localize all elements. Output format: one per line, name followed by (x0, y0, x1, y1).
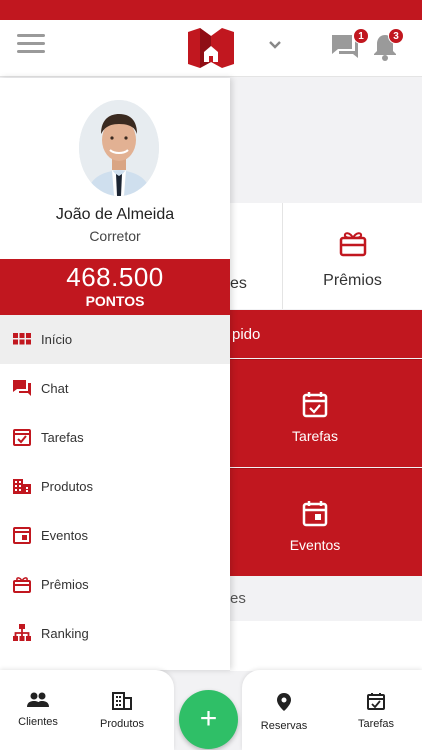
building-icon (13, 479, 31, 494)
location-pin-icon (277, 693, 291, 711)
building-icon (112, 692, 132, 710)
dashboard-top-area (230, 78, 422, 202)
calendar-check-icon (302, 392, 328, 418)
quick-access-partial-label: pido (232, 326, 261, 343)
menu-item-label: Produtos (41, 479, 94, 494)
nav-clientes[interactable]: Clientes (0, 692, 78, 728)
menu-item-ranking[interactable]: Ranking (0, 609, 230, 658)
menu-item-label: Chat (41, 381, 69, 396)
menu-item-inicio[interactable]: Início (0, 315, 230, 364)
nav-reservas[interactable]: Reservas (244, 692, 324, 732)
chevron-down-icon[interactable] (268, 40, 282, 50)
section-content (230, 621, 422, 671)
bottom-nav-left: Clientes Produtos (0, 670, 174, 750)
tile-eventos-label: Eventos (289, 537, 341, 553)
nav-produtos-label: Produtos (99, 718, 145, 730)
section-header (230, 577, 422, 621)
navigation-drawer: João de Almeida Corretor 468.500 PONTOS … (0, 78, 230, 670)
points-panel: 468.500 PONTOS (0, 259, 230, 315)
nav-reservas-label: Reservas (260, 720, 308, 732)
status-bar (0, 0, 422, 20)
hamburger-menu-icon[interactable] (17, 34, 45, 54)
calendar-check-icon (367, 693, 385, 710)
menu-item-label: Prêmios (41, 577, 89, 592)
section-partial-label: es (230, 590, 246, 607)
notifications-badge: 3 (388, 28, 404, 44)
bottom-nav-right: Reservas Tarefas (242, 670, 422, 750)
nav-tarefas-label: Tarefas (357, 718, 395, 730)
menu-item-label: Tarefas (41, 430, 84, 445)
calendar-event-icon (13, 527, 31, 544)
user-name: João de Almeida (55, 206, 175, 223)
tile-premios[interactable]: Prêmios (283, 203, 422, 309)
chat-badge: 1 (353, 28, 369, 44)
tile-eventos[interactable]: Eventos (230, 468, 422, 576)
top-app-bar: 1 3 (0, 20, 422, 77)
menu-item-label: Início (41, 332, 73, 347)
menu-item-chat[interactable]: Chat (0, 364, 230, 413)
calendar-event-icon (302, 501, 328, 527)
points-label: PONTOS (85, 293, 145, 309)
tile-premios-label: Prêmios (323, 272, 382, 289)
menu-item-produtos[interactable]: Produtos (0, 462, 230, 511)
tile-partial-label: es (230, 275, 247, 292)
menu-item-tarefas[interactable]: Tarefas (0, 413, 230, 462)
nav-tarefas[interactable]: Tarefas (336, 692, 416, 730)
tile-tarefas-label: Tarefas (292, 428, 338, 444)
grid-icon (13, 333, 31, 345)
gift-icon (339, 232, 366, 257)
menu-item-label: Eventos (41, 528, 88, 543)
drawer-menu: Início Chat Tarefas Produtos Eventos Prê… (0, 315, 230, 658)
nav-produtos[interactable]: Produtos (82, 692, 162, 730)
app-logo (188, 28, 234, 68)
nav-clientes-label: Clientes (18, 716, 58, 728)
user-role: Corretor (89, 228, 141, 244)
calendar-check-icon (13, 429, 31, 446)
add-button[interactable]: + (179, 690, 238, 749)
menu-item-premios[interactable]: Prêmios (0, 560, 230, 609)
hierarchy-icon (13, 624, 31, 641)
people-icon (27, 692, 49, 707)
avatar (79, 100, 159, 196)
gift-icon (13, 577, 31, 593)
menu-item-eventos[interactable]: Eventos (0, 511, 230, 560)
chat-icon (13, 380, 31, 396)
menu-item-label: Ranking (41, 626, 89, 641)
tile-tarefas[interactable]: Tarefas (230, 359, 422, 467)
points-value: 468.500 (66, 262, 164, 292)
